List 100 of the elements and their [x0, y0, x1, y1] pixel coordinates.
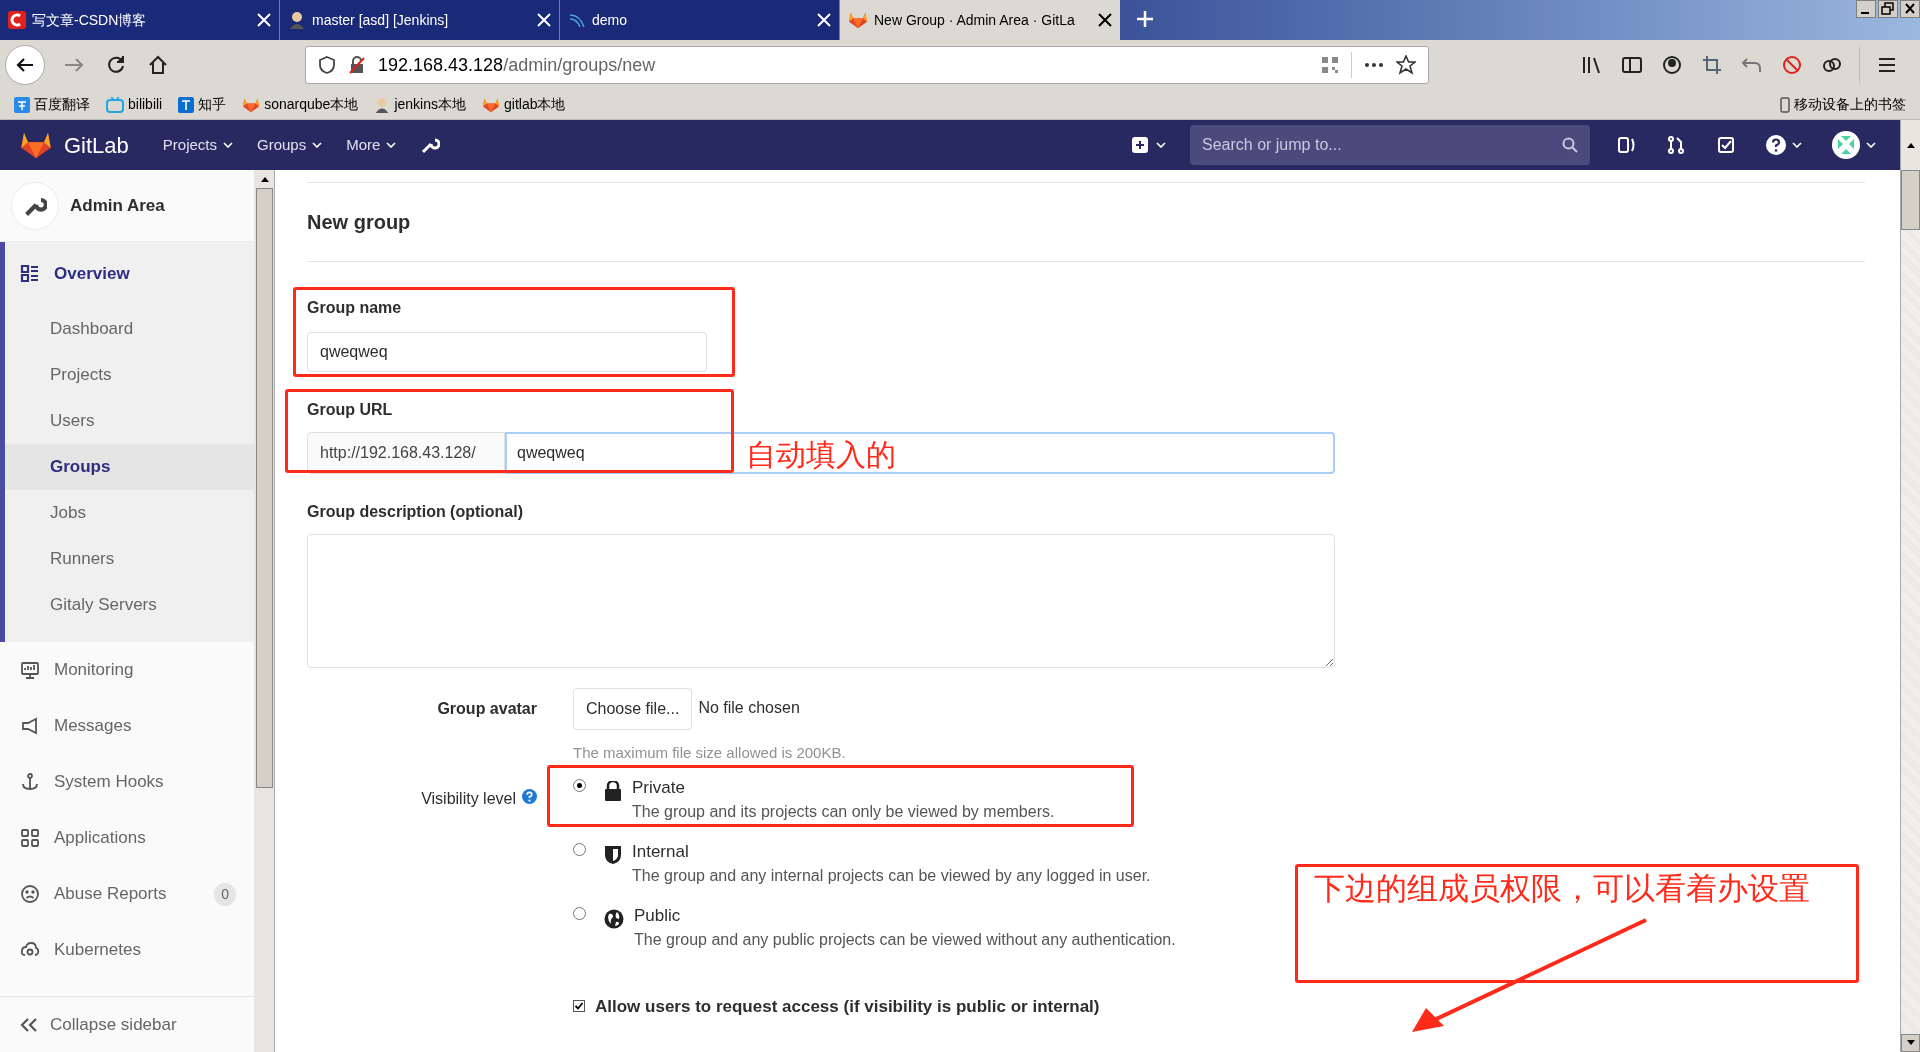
help-dropdown[interactable]	[1766, 135, 1802, 155]
checkbox-label: Allow users to request access (if visibility is public or internal)	[595, 995, 1100, 1018]
collapse-sidebar-button[interactable]: Collapse sidebar	[0, 996, 254, 1052]
monitor-icon	[20, 660, 40, 680]
sidebar-subitem[interactable]: Users	[5, 398, 254, 444]
avatar-icon	[1832, 131, 1860, 159]
option-label: Private	[632, 776, 686, 799]
sidebar-icon[interactable]	[1621, 54, 1643, 76]
sidebar-subitem[interactable]: Projects	[5, 352, 254, 398]
tab-title: demo	[592, 10, 629, 30]
caret-icon	[386, 142, 397, 148]
caret-icon	[1866, 142, 1876, 148]
annotation-text: 自动填入的	[746, 440, 896, 470]
radio-button[interactable]	[573, 778, 586, 792]
restore-icon[interactable]	[1878, 0, 1898, 18]
nav-dropdown[interactable]: More	[346, 133, 397, 157]
merge-request-icon[interactable]	[1666, 135, 1686, 155]
tab-title: 写文章-CSDN博客	[32, 10, 148, 30]
fox-logo-icon	[482, 96, 500, 113]
minimize-icon[interactable]	[1856, 0, 1876, 18]
sidebar-subitem[interactable]: Runners	[5, 536, 254, 582]
sidebar-item[interactable]: Messages	[0, 698, 254, 754]
url-text: 192.168.43.128/admin/groups/new	[378, 53, 657, 77]
home-icon[interactable]	[147, 54, 169, 76]
megaphone-icon	[20, 716, 40, 736]
todo-check-icon[interactable]	[1716, 135, 1736, 155]
sidebar-subitem[interactable]: Jobs	[5, 490, 254, 536]
nav-dropdown[interactable]: Projects	[162, 133, 233, 157]
more-icon[interactable]	[1364, 62, 1384, 68]
sidebar-item[interactable]: Abuse Reports 0	[0, 866, 254, 922]
blocked-icon[interactable]	[1781, 54, 1803, 76]
reload-icon[interactable]	[105, 54, 127, 76]
sidebar-subitem[interactable]: Dashboard	[5, 306, 254, 352]
qr-code-icon[interactable]	[1321, 56, 1339, 74]
nav-dropdown[interactable]: Groups	[257, 133, 323, 157]
bookmark[interactable]: 知乎	[178, 94, 227, 115]
choose-file-button[interactable]: Choose file...	[573, 688, 693, 730]
crop-icon[interactable]	[1701, 54, 1723, 76]
sidebar-item[interactable]: Overview	[5, 242, 254, 306]
sidebar-subitem[interactable]: Gitaly Servers	[5, 582, 254, 628]
grid-icon	[20, 828, 40, 848]
sidebar-title: Admin Area	[70, 194, 165, 217]
search-field[interactable]: Search or jump to...	[1190, 125, 1590, 165]
field-label: Group description (optional)	[307, 502, 524, 522]
page-title: New group	[307, 210, 411, 235]
sidebar-item[interactable]: Applications	[0, 810, 254, 866]
bookmark[interactable]: 百度翻译	[14, 94, 90, 115]
globe-icon	[604, 908, 624, 929]
close-icon[interactable]	[1098, 13, 1112, 27]
address-bar[interactable]: 192.168.43.128/admin/groups/new	[305, 46, 1429, 84]
sidebar-item[interactable]: System Hooks	[0, 754, 254, 810]
checkbox[interactable]	[573, 1000, 585, 1013]
sidebar-item[interactable]: Kubernetes	[0, 922, 254, 978]
user-dropdown[interactable]	[1832, 131, 1876, 159]
help-icon	[1766, 135, 1786, 155]
issues-icon[interactable]	[1616, 135, 1636, 155]
mobile-bookmarks[interactable]: 移动设备上的书签	[1780, 94, 1906, 115]
arcs-icon	[568, 11, 586, 29]
bookmark[interactable]: jenkins本地	[374, 94, 466, 115]
account-icon[interactable]	[1661, 54, 1683, 76]
bookmark[interactable]: gitlab本地	[482, 94, 566, 115]
plus-square-icon	[1132, 137, 1148, 153]
field-label: Group name	[307, 298, 403, 318]
sidebar-item[interactable]: Monitoring	[0, 642, 254, 698]
close-icon[interactable]	[1900, 0, 1920, 18]
option-label: Internal	[632, 840, 690, 863]
logo-icon	[8, 11, 26, 29]
count-badge: 0	[214, 882, 236, 906]
file-status: No file chosen	[698, 698, 800, 718]
new-tab-icon[interactable]	[1136, 10, 1154, 28]
bookmark[interactable]: bilibili	[106, 94, 163, 115]
star-icon[interactable]	[1396, 55, 1416, 75]
gitlab-home-link[interactable]: GitLab	[20, 128, 129, 162]
browser-tab[interactable]: demo	[560, 0, 840, 40]
bookmark[interactable]: sonarqube本地	[242, 94, 359, 115]
browser-tab[interactable]: master [asd] [Jenkins]	[280, 0, 560, 40]
square-logo-icon	[178, 96, 195, 113]
shield-icon	[604, 844, 622, 865]
group-name-input[interactable]: qweqweq	[307, 332, 707, 372]
radio-button[interactable]	[573, 906, 586, 920]
caret-icon	[1792, 142, 1802, 148]
field-label: Group avatar	[437, 699, 537, 719]
help-icon[interactable]	[522, 788, 537, 804]
figure-icon	[374, 96, 391, 113]
new-dropdown[interactable]	[1132, 137, 1166, 153]
option-description: The group and any internal projects can be viewed by any logged in user.	[632, 865, 1151, 886]
library-icon[interactable]	[1581, 54, 1603, 76]
sidebar-subitem[interactable]: Groups	[5, 444, 254, 490]
radio-button[interactable]	[573, 842, 586, 856]
double-chevron-icon	[20, 1016, 38, 1033]
browser-tab[interactable]: 写文章-CSDN博客	[0, 0, 280, 40]
browser-tab[interactable]: New Group · Admin Area · GitLa	[840, 0, 1120, 40]
caret-icon	[312, 142, 323, 148]
insecure-lock-icon	[348, 56, 366, 74]
back-button[interactable]	[5, 45, 45, 85]
fox-logo-icon	[848, 11, 868, 29]
overview-icon	[20, 264, 40, 284]
field-label: Group URL	[307, 400, 394, 420]
hook-icon	[20, 772, 40, 792]
option-description: The group and its projects can only be viewed by members.	[632, 801, 1055, 822]
